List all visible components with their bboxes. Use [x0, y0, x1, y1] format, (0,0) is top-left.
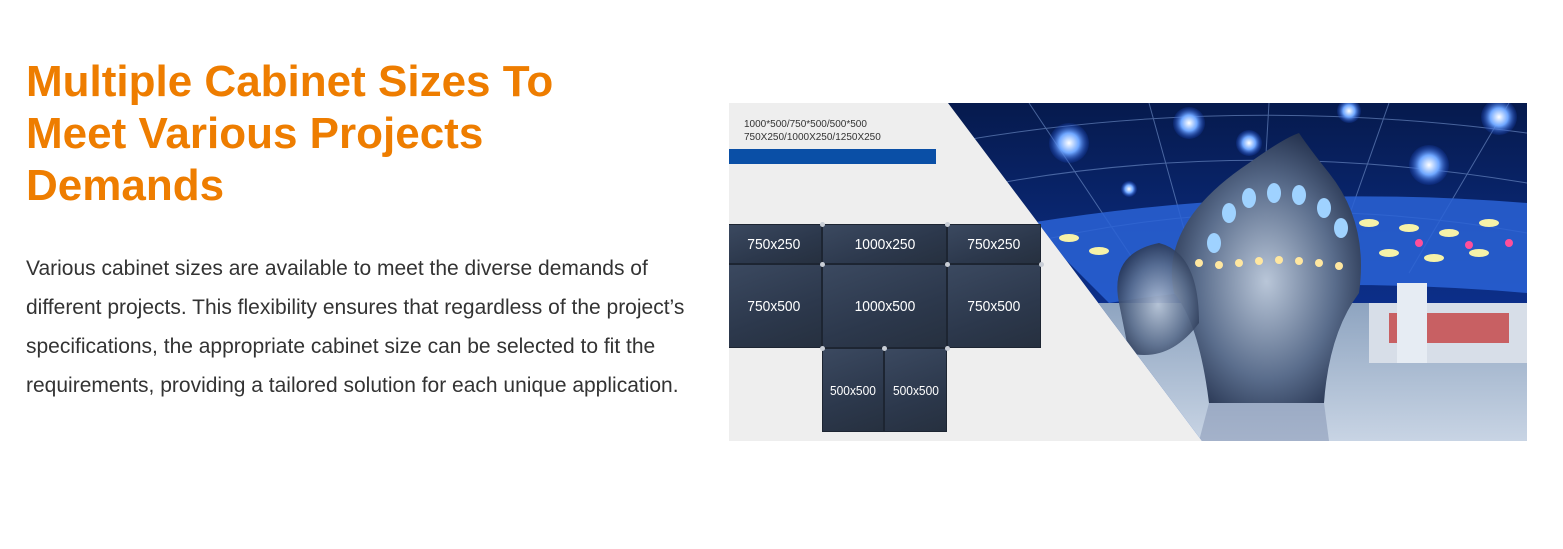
cabinet-panel-750x500-right: 750x500	[947, 264, 1041, 348]
fastener-icon	[945, 346, 950, 351]
cabinet-panel-1000x250: 1000x250	[822, 224, 947, 264]
cabinet-panel-label: 500x500	[830, 382, 876, 398]
cabinet-panel-label: 1000x250	[854, 235, 915, 253]
cabinet-panel-1000x500: 1000x500	[822, 264, 947, 348]
fastener-icon	[945, 262, 950, 267]
title-line-2: Meet Various Projects	[26, 109, 484, 158]
fastener-icon	[820, 222, 825, 227]
fastener-icon	[820, 346, 825, 351]
title-line-3: Demands	[26, 161, 225, 210]
fastener-icon	[882, 346, 887, 351]
section-description: Various cabinet sizes are available to m…	[26, 257, 685, 397]
cabinet-panel-label: 750x500	[747, 297, 801, 315]
title-line-1: Multiple Cabinet Sizes To	[26, 57, 554, 106]
cabinet-panel-500x500-right: 500x500	[884, 348, 947, 432]
cabinet-panel-500x500-left: 500x500	[822, 348, 884, 432]
accent-bar	[729, 149, 936, 164]
cabinet-panel-label: 750x250	[967, 235, 1021, 253]
cabinet-panel-label: 500x500	[892, 382, 939, 398]
cabinet-panel-label: 1000x500	[854, 297, 915, 315]
cabinet-panel-label: 750x250	[747, 235, 801, 253]
spec-line-1: 1000*500/750*500/500*500	[744, 119, 867, 130]
spec-line-2: 750X250/1000X250/1250X250	[744, 132, 881, 143]
cabinet-panel-750x500-left: 750x500	[729, 264, 822, 348]
cabinet-size-spec-text: 1000*500/750*500/500*500 750X250/1000X25…	[744, 118, 881, 144]
cabinet-sizes-banner: 1000*500/750*500/500*500 750X250/1000X25…	[729, 103, 1527, 441]
cabinet-panel-750x250-right: 750x250	[947, 224, 1041, 264]
fastener-icon	[1039, 262, 1044, 267]
cabinet-panel-750x250-left: 750x250	[729, 224, 822, 264]
fastener-icon	[820, 262, 825, 267]
cabinet-panel-label: 750x500	[967, 297, 1021, 315]
fastener-icon	[945, 222, 950, 227]
section-title: Multiple Cabinet Sizes To Meet Various P…	[26, 56, 666, 212]
